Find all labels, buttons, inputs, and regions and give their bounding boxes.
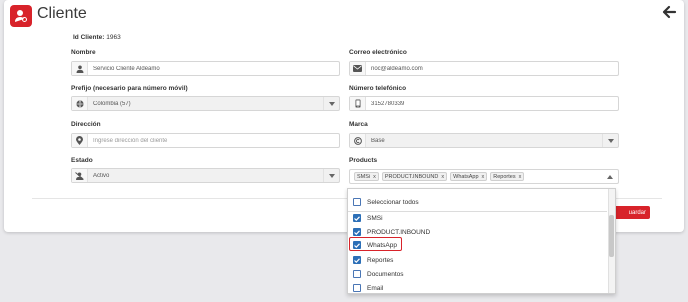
products-label: Products [349, 157, 378, 164]
whatsapp-highlight-box [349, 237, 402, 251]
prefijo-label: Prefijo (necesario para número móvil) [71, 85, 188, 92]
envelope-icon [350, 62, 366, 75]
product-tag: PRODUCT.INBOUND x [381, 172, 448, 181]
dropdown-scrollbar[interactable] [608, 189, 615, 293]
chevron-down-icon [602, 134, 618, 147]
product-tag-label: Reportes [493, 173, 516, 180]
scrollbar-thumb[interactable] [609, 215, 614, 257]
prefijo-value: Colombia (57) [93, 100, 131, 107]
prefijo-select[interactable]: Colombia (57) [71, 96, 340, 111]
products-multiselect[interactable]: SMSi x PRODUCT.INBOUND x WhatsApp x Reporte… [349, 169, 619, 184]
product-tag-label: PRODUCT.INBOUND [384, 173, 439, 180]
chevron-down-icon [323, 169, 339, 182]
user-slash-icon [72, 169, 88, 182]
product-option-label: Reportes [367, 256, 394, 264]
checkbox-unchecked-icon[interactable] [353, 270, 361, 278]
product-option-documentos[interactable]: Documentos [353, 268, 404, 280]
checkbox-checked-icon[interactable] [353, 256, 361, 264]
telefono-value: 3152780339 [371, 100, 405, 107]
dropdown-divider [348, 211, 607, 212]
nombre-value: Servicio Cliente Aldeamo [93, 65, 160, 72]
marca-label: Marca [349, 121, 368, 128]
product-option-label: SMSi [367, 214, 383, 222]
product-tag: Reportes x [490, 172, 525, 181]
correo-field[interactable]: noc@aldeamo.com [349, 61, 619, 76]
remove-tag-icon[interactable]: x [519, 174, 522, 180]
telefono-label: Número telefónico [349, 85, 407, 92]
product-option-label: Email [367, 284, 384, 292]
select-all-option[interactable]: Seleccionar todos [353, 196, 419, 208]
mobile-phone-icon [350, 97, 366, 110]
checkbox-unchecked-icon[interactable] [353, 198, 361, 206]
products-dropdown: Seleccionar todos SMSi PRODUCT.INBOUND W… [347, 188, 616, 294]
product-tag-label: WhatsApp [453, 173, 479, 180]
product-tag-label: SMSi [357, 173, 371, 180]
user-icon [72, 62, 88, 75]
product-option-label: Documentos [367, 270, 404, 278]
product-option-label: PRODUCT.INBOUND [367, 228, 431, 236]
nombre-field[interactable]: Servicio Cliente Aldeamo [71, 61, 340, 76]
save-button-label: uardar [628, 209, 646, 216]
nombre-label: Nombre [71, 49, 96, 56]
product-tag: WhatsApp x [450, 172, 488, 181]
client-id-value: 1963 [106, 34, 121, 41]
product-option-reportes[interactable]: Reportes [353, 254, 393, 266]
estado-select[interactable]: Activo [71, 168, 340, 183]
product-option-smsi[interactable]: SMSi [353, 212, 383, 224]
direccion-label: Dirección [71, 121, 101, 128]
checkbox-checked-icon[interactable] [353, 228, 361, 236]
chevron-down-icon [323, 97, 339, 110]
telefono-field[interactable]: 3152780339 [349, 96, 619, 111]
chevron-up-icon[interactable] [602, 170, 618, 183]
direccion-field[interactable]: Ingrese dirección del cliente [71, 133, 340, 148]
checkbox-unchecked-icon[interactable] [353, 284, 361, 292]
marca-select[interactable]: Base [349, 133, 619, 148]
correo-label: Correo electrónico [349, 49, 407, 56]
client-id-label: Id Cliente: [73, 34, 105, 41]
header: Cliente [4, 0, 684, 34]
remove-tag-icon[interactable]: x [373, 174, 376, 180]
save-button[interactable]: uardar [614, 206, 650, 219]
product-tag: SMSi x [354, 172, 379, 181]
client-id: Id Cliente: 1963 [73, 34, 121, 41]
estado-label: Estado [71, 157, 93, 164]
map-marker-icon [72, 134, 88, 147]
back-arrow-icon[interactable] [660, 2, 678, 22]
remove-tag-icon[interactable]: x [441, 174, 444, 180]
direccion-placeholder: Ingrese dirección del cliente [93, 137, 168, 144]
copyright-icon [350, 134, 366, 147]
page-title: Cliente [37, 5, 87, 22]
estado-value: Activo [93, 172, 110, 179]
marca-value: Base [371, 137, 385, 144]
globe-icon [72, 97, 88, 110]
select-all-label: Seleccionar todos [367, 198, 419, 206]
product-option-email[interactable]: Email [353, 282, 384, 293]
client-logo-icon [10, 5, 32, 27]
remove-tag-icon[interactable]: x [482, 174, 485, 180]
correo-value: noc@aldeamo.com [371, 65, 423, 72]
checkbox-checked-icon[interactable] [353, 214, 361, 222]
